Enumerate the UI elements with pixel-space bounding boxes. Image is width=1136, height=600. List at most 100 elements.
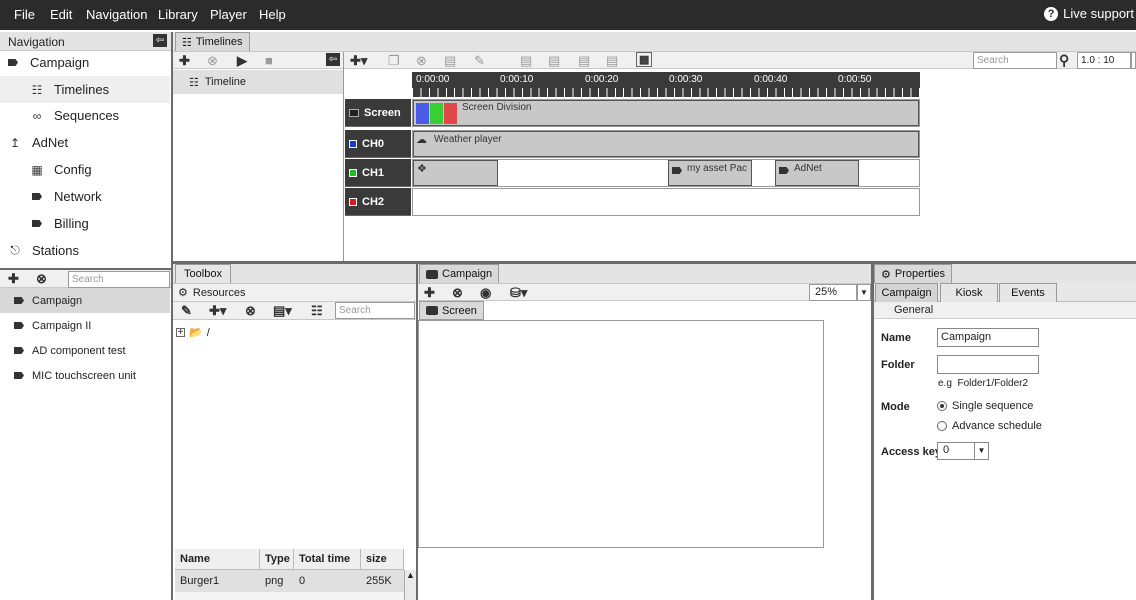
stop-icon[interactable]: ■: [265, 53, 273, 68]
column-header-size[interactable]: size: [361, 549, 404, 570]
section-general[interactable]: General: [874, 302, 1136, 319]
edit-icon[interactable]: ✎: [474, 53, 485, 69]
tab-toolbox[interactable]: Toolbox: [175, 264, 231, 283]
access-key-label: Access key: [881, 446, 941, 458]
scrollbar[interactable]: ▲: [404, 570, 416, 600]
nav-network[interactable]: Network: [0, 183, 170, 210]
table-row[interactable]: [175, 592, 404, 600]
menu-file[interactable]: File: [14, 7, 35, 22]
tab-properties[interactable]: ⚙ Properties: [874, 264, 953, 283]
track-screen[interactable]: Screen: [345, 99, 411, 127]
align-left-icon[interactable]: ▤: [548, 53, 560, 69]
edit-icon[interactable]: ✎: [181, 303, 192, 319]
column-header-time[interactable]: Total time: [294, 549, 361, 570]
track-ch0[interactable]: CH0: [345, 130, 411, 158]
name-field[interactable]: Campaign: [937, 328, 1039, 347]
mode-option-label: Single sequence: [952, 400, 1034, 412]
add-icon[interactable]: ✚: [179, 53, 190, 69]
menu-edit[interactable]: Edit: [50, 7, 72, 22]
folder-field[interactable]: [937, 355, 1039, 374]
radio-icon: [937, 421, 947, 431]
ch0-row: ☁ Weather player: [412, 130, 920, 158]
access-key-select[interactable]: 0 ▼: [937, 442, 989, 460]
tab-campaign-props[interactable]: Campaign: [875, 283, 938, 302]
resources-search-input[interactable]: Search: [335, 302, 415, 319]
collapse-icon[interactable]: ⇦: [326, 53, 340, 66]
live-support-link[interactable]: ? Live support: [1044, 6, 1134, 21]
copy-icon[interactable]: ❐: [388, 53, 400, 69]
remove-icon[interactable]: ⊗: [36, 271, 47, 287]
list-item[interactable]: Campaign: [0, 288, 170, 313]
tab-kiosk[interactable]: Kiosk: [940, 283, 998, 302]
nav-network-label: Network: [54, 189, 102, 204]
adnet-clip[interactable]: AdNet: [775, 160, 859, 186]
table-cell-time[interactable]: 0: [294, 570, 361, 592]
menu-navigation[interactable]: Navigation: [86, 7, 147, 22]
remove-icon[interactable]: ⊗: [245, 303, 256, 319]
table-cell-size[interactable]: 255K: [361, 570, 404, 592]
nav-billing[interactable]: Billing: [0, 210, 170, 237]
tab-campaign[interactable]: Campaign: [419, 264, 500, 283]
table-cell-type[interactable]: png: [260, 570, 294, 592]
snap-icon[interactable]: ▩: [636, 52, 653, 67]
expand-icon[interactable]: +: [176, 328, 185, 338]
chevron-down-icon[interactable]: ▼: [857, 284, 871, 301]
nav-stations[interactable]: ⎋ Stations: [0, 237, 170, 264]
nav-config[interactable]: ▦ Config: [0, 156, 170, 183]
tab-timelines[interactable]: ☷ Timelines: [175, 32, 250, 51]
timeline-search-input[interactable]: Search: [973, 52, 1057, 69]
add-icon[interactable]: ✚: [8, 271, 19, 287]
list-item[interactable]: AD component test: [0, 338, 170, 363]
add-icon[interactable]: ✚: [424, 285, 435, 301]
tab-screen[interactable]: Screen: [419, 301, 484, 320]
zoom-select[interactable]: 1.0 : 10: [1077, 52, 1131, 69]
menu-help[interactable]: Help: [259, 7, 286, 22]
remove-icon[interactable]: ⊗: [416, 53, 427, 69]
table-cell-name[interactable]: Burger1: [175, 570, 260, 592]
search-icon[interactable]: ⚲: [1059, 52, 1069, 69]
tab-events[interactable]: Events: [999, 283, 1057, 302]
dropbox-clip[interactable]: ❖: [413, 160, 498, 186]
channel-color-icon: [349, 139, 357, 148]
nav-campaign[interactable]: Campaign: [0, 49, 170, 76]
zoom-select[interactable]: 25%: [809, 284, 857, 301]
nav-sequences[interactable]: ∞ Sequences: [0, 102, 170, 129]
track-ch1[interactable]: CH1: [345, 159, 411, 187]
track-ch2[interactable]: CH2: [345, 188, 411, 216]
menu-player[interactable]: Player: [210, 7, 247, 22]
add-menu-icon[interactable]: ✚▾: [350, 53, 367, 69]
tree-icon[interactable]: ☷: [311, 303, 323, 319]
properties-icon[interactable]: ▤: [444, 53, 456, 69]
distribute-icon[interactable]: ▤: [606, 53, 618, 69]
zoom-select-arrow[interactable]: [1131, 52, 1136, 69]
tree-root[interactable]: + 📂 /: [176, 326, 210, 339]
weather-clip[interactable]: ☁ Weather player: [413, 131, 919, 157]
menu-library[interactable]: Library: [158, 7, 198, 22]
nav-timelines[interactable]: ☷ Timelines: [0, 76, 170, 103]
column-header-type[interactable]: Type: [260, 549, 294, 570]
remove-icon[interactable]: ⊗: [207, 53, 218, 69]
timeline-item-label: Timeline: [204, 76, 247, 88]
campaign-search-input[interactable]: Search: [68, 271, 170, 288]
mode-single-radio[interactable]: Single sequence: [937, 400, 1033, 412]
timeline-list-item[interactable]: ☷ Timeline: [173, 70, 343, 94]
screen-division-clip[interactable]: Screen Division: [413, 100, 919, 126]
html5-icon[interactable]: ⛁▾: [510, 285, 527, 301]
channel-color-icon: [349, 197, 357, 206]
column-header-name[interactable]: Name: [175, 549, 260, 570]
chevron-down-icon[interactable]: ▼: [974, 443, 988, 459]
view-menu-icon[interactable]: ▤▾: [273, 303, 292, 319]
mode-advance-radio[interactable]: Advance schedule: [937, 420, 1042, 432]
list-item[interactable]: Campaign II: [0, 313, 170, 338]
eye-icon[interactable]: ◉: [480, 285, 491, 301]
add-menu-icon[interactable]: ✚▾: [209, 303, 226, 319]
collapse-icon[interactable]: ⇦: [153, 34, 167, 47]
align-right-icon[interactable]: ▤: [578, 53, 590, 69]
list-item[interactable]: MIC touchscreen unit: [0, 363, 170, 388]
remove-icon[interactable]: ⊗: [452, 285, 463, 301]
asset-clip[interactable]: my asset Pac: [668, 160, 752, 186]
play-icon[interactable]: ▶: [237, 53, 247, 69]
align-icon[interactable]: ▤: [520, 53, 532, 69]
nav-adnet[interactable]: ↥ AdNet: [0, 129, 170, 156]
screen-canvas[interactable]: [418, 320, 824, 548]
